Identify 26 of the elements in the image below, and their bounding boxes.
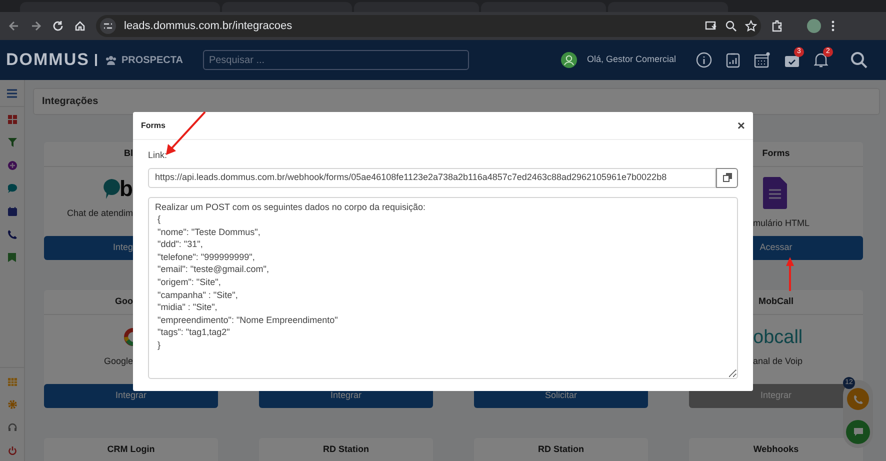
card-title: CRM Login	[107, 443, 155, 456]
logo: b	[120, 178, 133, 200]
card-description: Google	[104, 355, 133, 368]
card-description: mulário HTML	[753, 217, 810, 230]
card-title: Forms	[762, 147, 790, 160]
card-description: Chat de atendim	[66, 207, 133, 220]
card-title: RD Station	[538, 443, 584, 456]
search-field[interactable]: Pesquisar ...	[202, 50, 469, 70]
module-name: PROSPECTA	[121, 54, 183, 68]
request-body-field[interactable]: Realizar um POST com os seguintes dados no corpo da requisição: { "nome": "Teste Dommus", "ddd": "31", "telefone": "999999999", "email": "teste@gmail.com", "origem": "Site", "campanha" : "Site", "midia" : "Site", "empreendimento": "Nome Empreendimento" "tags": "tag1,tag2" }	[148, 196, 738, 378]
link-label: Link:	[148, 149, 168, 162]
card-title: Goo	[115, 295, 133, 308]
card-title: Bl	[124, 147, 133, 160]
card-title: RD Station	[323, 443, 369, 456]
address-bar[interactable]: leads.dommus.com.br/integracoes	[96, 15, 761, 37]
logo[interactable]: DOMMUS	[6, 47, 90, 73]
link-field[interactable]: https://api.leads.dommus.com.br/webhook/forms/05ae46108fe1123e2a738a2b116a4857c7ed2463c88ad2962105961e7b0022b8	[148, 168, 716, 188]
url-text: leads.dommus.com.br/integracoes	[124, 18, 292, 34]
logo: obcall	[753, 328, 803, 346]
greeting-text: Olá, Gestor Comercial	[586, 53, 676, 66]
close-button[interactable]: ×	[737, 119, 745, 132]
page-title: Integrações	[42, 95, 98, 109]
card-title: Webhooks	[753, 443, 799, 456]
modal-title: Forms	[141, 120, 166, 132]
card-description: anal de Voip	[753, 355, 803, 368]
card-title: MobCall	[758, 295, 794, 308]
